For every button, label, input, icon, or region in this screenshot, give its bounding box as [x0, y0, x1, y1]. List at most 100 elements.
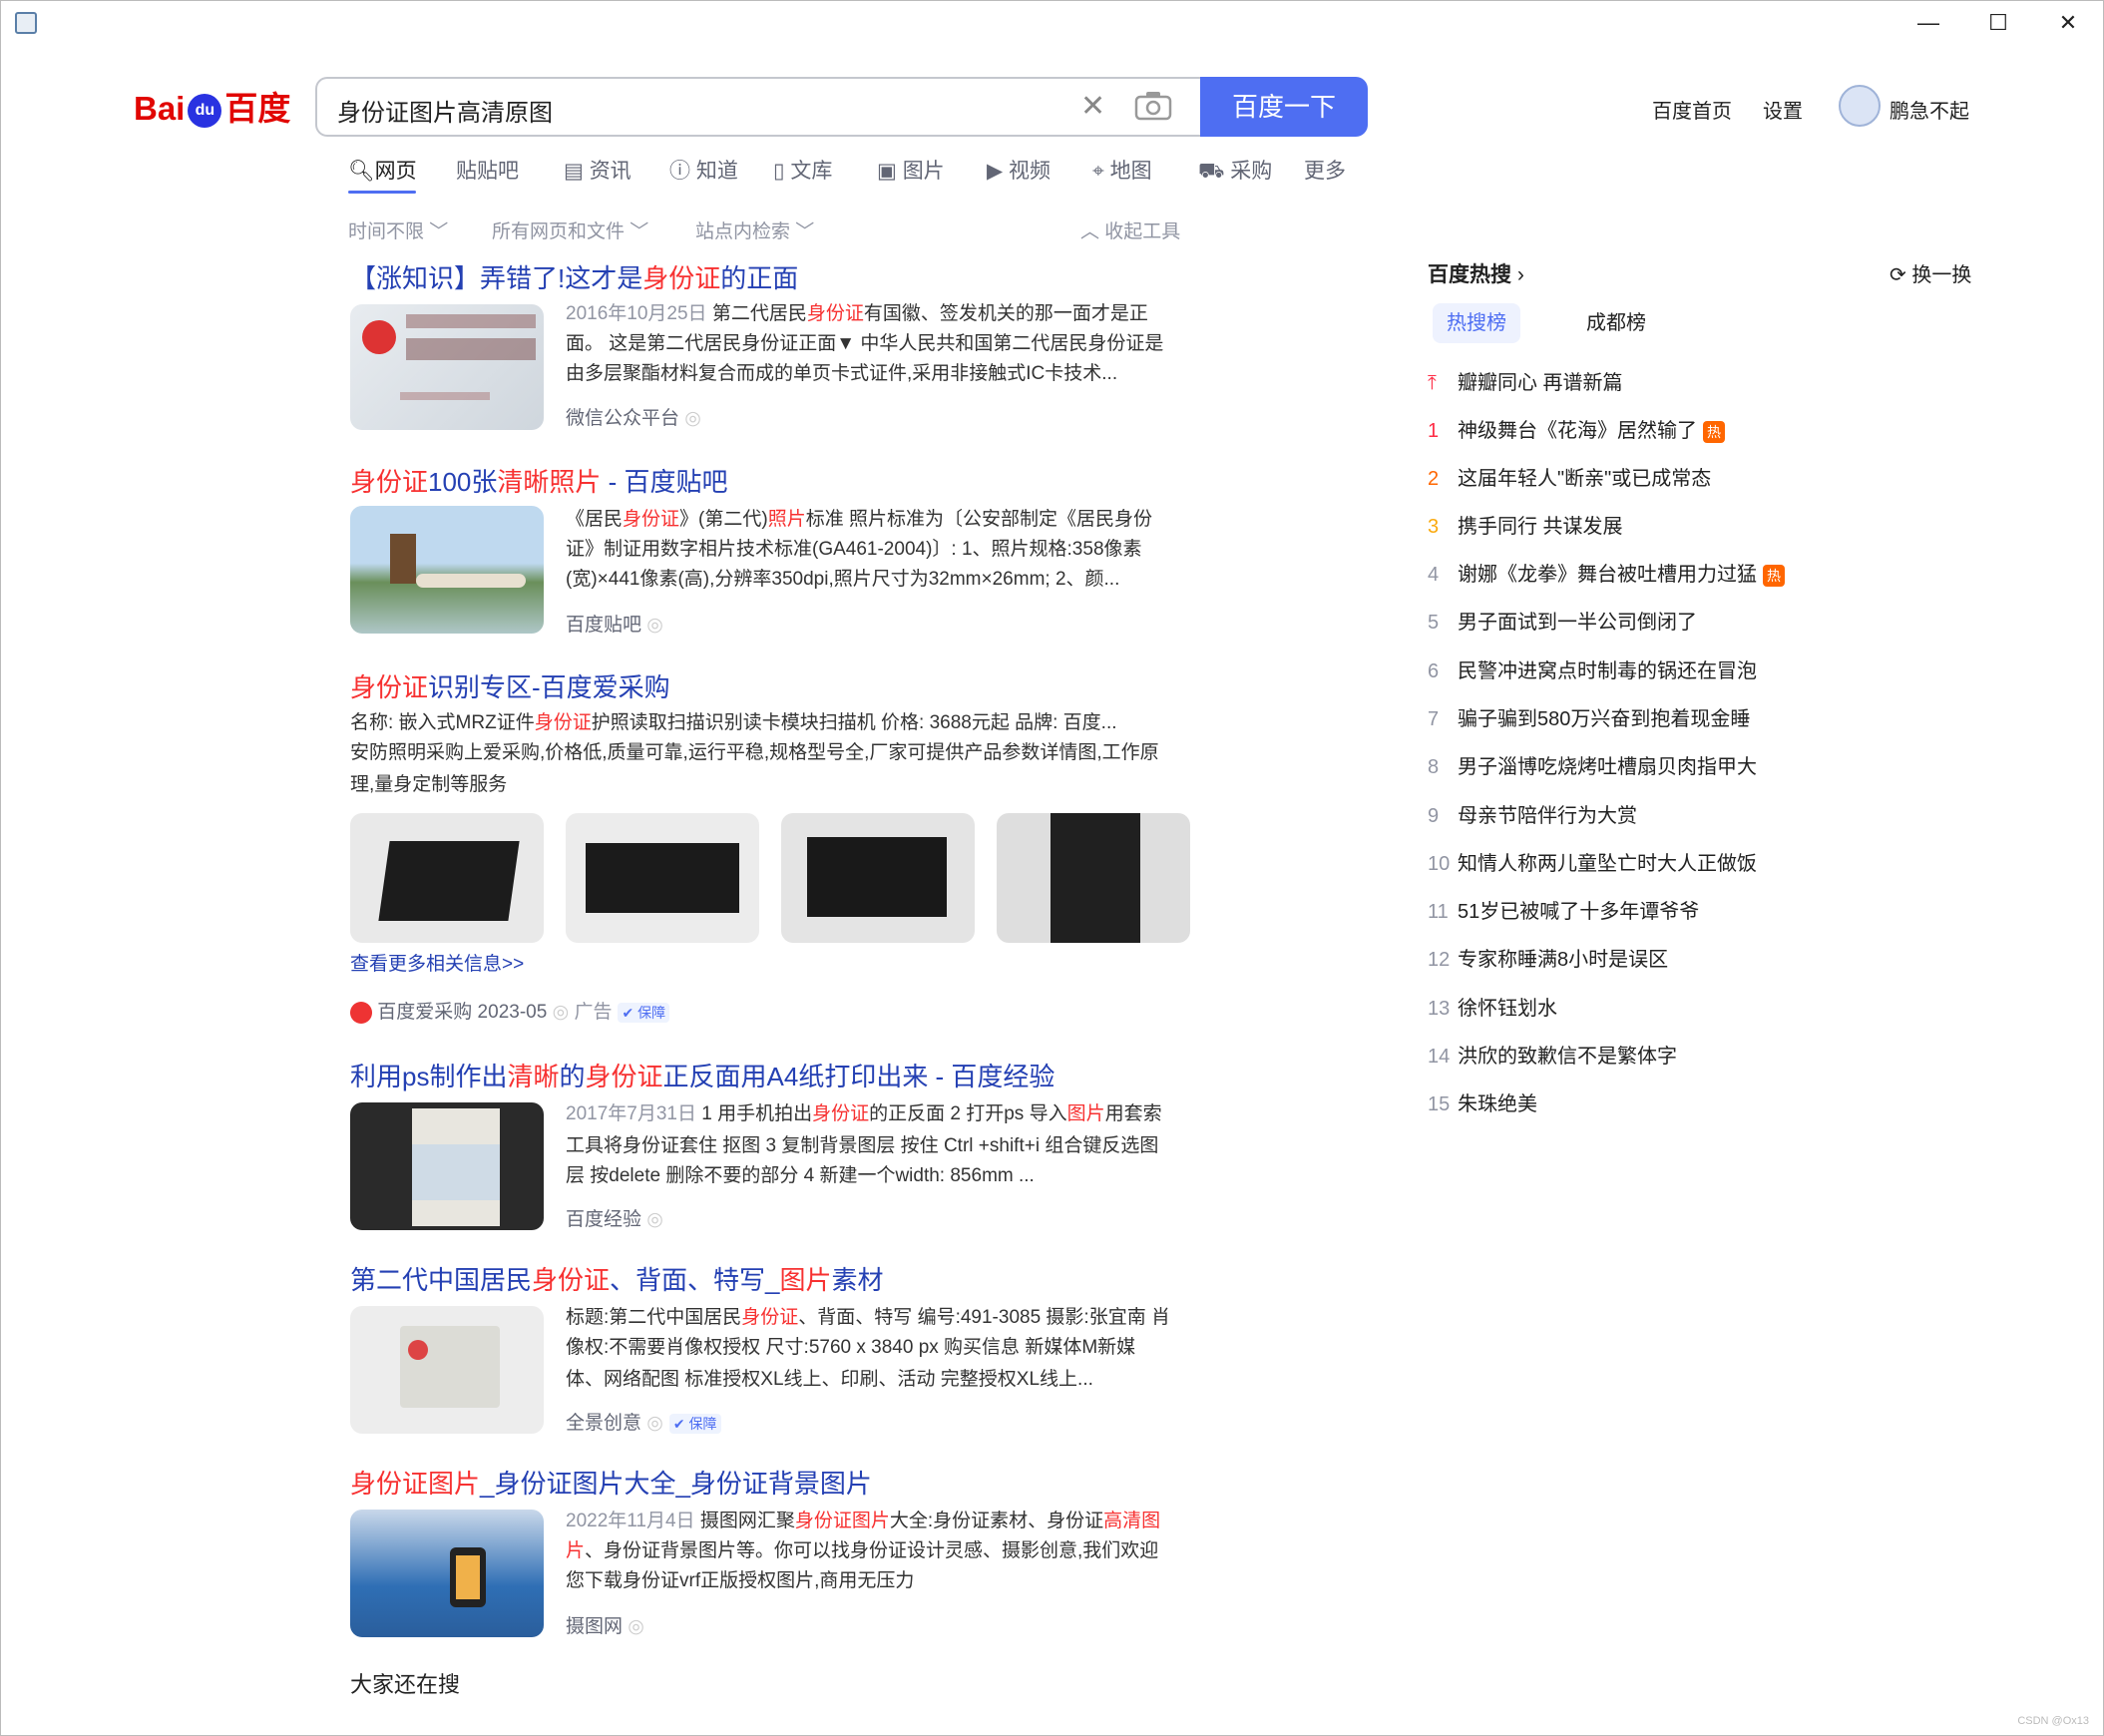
result-1-line-2: 面。 这是第二代居民身份证正面▼ 中华人民共和国第二代居民身份证是 [566, 333, 1164, 354]
tab-news[interactable]: ▤ 资讯 [564, 155, 631, 185]
chevron-right-icon: › [1516, 263, 1524, 286]
hotsearch-item-3[interactable]: 3 携手同行 共谋发展 [1428, 510, 1623, 539]
close-button[interactable]: ✕ [2040, 7, 2096, 39]
ps-screenshot-thumbnail[interactable] [350, 1102, 544, 1230]
result-4-line-2: 工具将身份证套住 抠图 3 复制背景图层 按住 Ctrl +shift+i 组合… [566, 1135, 1159, 1156]
map-icon: ⌖ [1092, 160, 1110, 183]
site-filter[interactable]: 站点内检索 ﹀ [695, 217, 814, 243]
dropdown-icon[interactable]: ◎ [646, 1413, 663, 1434]
result-1-source[interactable]: 微信公众平台 ◎ [566, 403, 701, 430]
hotsearch-item-9[interactable]: 9 母亲节陪伴行为大赏 [1428, 799, 1637, 828]
maximize-button[interactable]: ☐ [1970, 7, 2026, 39]
hotsearch-item-13[interactable]: 13 徐怀钰划水 [1428, 992, 1557, 1021]
active-tab-indicator [348, 191, 416, 194]
result-title-1[interactable]: 【涨知识】弄错了!这才是身份证的正面 [350, 258, 798, 295]
result-5-line-2: 像权:不需要肖像权授权 尺寸:5760 x 3840 px 购买信息 新媒体M新… [566, 1337, 1136, 1358]
change-batch-button[interactable]: ⟳ 换一换 [1890, 258, 1971, 287]
result-4-source[interactable]: 百度经验 ◎ [566, 1204, 663, 1231]
result-title-5[interactable]: 第二代中国居民身份证、背面、特写_图片素材 [350, 1260, 884, 1297]
product-image-4[interactable] [997, 813, 1190, 943]
hotsearch-item-1[interactable]: 1 神级舞台《花海》居然输了热 [1428, 414, 1725, 443]
hotsearch-item-5[interactable]: 5 男子面试到一半公司倒闭了 [1428, 606, 1697, 635]
hotsearch-item-6[interactable]: 6 民警冲进窝点时制毒的锅还在冒泡 [1428, 654, 1757, 683]
question-icon: ⓘ [669, 160, 696, 183]
search-input[interactable]: 身份证图片高清原图 [337, 93, 553, 128]
hotsearch-item-12[interactable]: 12 专家称睡满8小时是误区 [1428, 943, 1668, 972]
tab-purchase[interactable]: ⛟ 采购 [1198, 155, 1272, 186]
guarantee-badge: ✔ 保障 [668, 1414, 721, 1434]
title-bar: — ☐ ✕ [1, 1, 2103, 45]
guarantee-badge: ✔ 保障 [618, 1003, 670, 1023]
dropdown-icon[interactable]: ◎ [628, 1616, 644, 1637]
chevron-down-icon: ﹀ [795, 221, 815, 242]
tab-chengdu-list[interactable]: 成都榜 [1572, 303, 1660, 343]
dropdown-icon[interactable]: ◎ [646, 1209, 663, 1230]
collapse-tools[interactable]: ︿ 收起工具 [1080, 217, 1180, 243]
watermark: CSDN @Ox13 [2017, 1715, 2089, 1727]
hotsearch-item-4[interactable]: 4 谢娜《龙拳》舞台被吐槽用力过猛热 [1428, 558, 1785, 587]
pavilion-thumbnail[interactable] [350, 506, 544, 634]
time-filter[interactable]: 时间不限 ﹀ [348, 217, 448, 243]
logo-paw-icon: du [188, 94, 222, 129]
stadium-thumbnail[interactable] [350, 1510, 544, 1637]
result-5-line-1: 标题:第二代中国居民身份证、背面、特写 编号:491-3085 摄影:张宜南 肖 [566, 1307, 1170, 1328]
tab-image[interactable]: ▣ 图片 [877, 155, 945, 185]
id-card-back-thumbnail[interactable] [350, 1306, 544, 1434]
result-5-source[interactable]: 全景创意 ◎ ✔ 保障 [566, 1408, 721, 1435]
result-1-line-3: 由多层聚酯材料复合而成的单页卡式证件,采用非接触式IC卡技术... [566, 363, 1118, 384]
camera-icon[interactable] [1133, 89, 1173, 123]
result-4-line-1: 2017年7月31日 1 用手机拍出身份证的正反面 2 打开ps 导入图片用套索 [566, 1103, 1162, 1124]
hotsearch-item-2[interactable]: 2 这届年轻人"断亲"或已成常态 [1428, 462, 1711, 491]
product-image-2[interactable] [566, 813, 759, 943]
browser-window: — ☐ ✕ Bai du 百度 身份证图片高清原图 ✕ 百度一下 百度首页 设置 鹏… [0, 0, 2104, 1736]
avatar[interactable] [1839, 85, 1881, 127]
hotsearch-item-7[interactable]: 7 骗子骗到580万兴奋到抱着现金睡 [1428, 702, 1750, 731]
result-title-3[interactable]: 身份证识别专区-百度爱采购 [350, 667, 670, 704]
result-1-line-1: 2016年10月25日 第二代居民身份证有国徽、签发机关的那一面才是正 [566, 303, 1148, 324]
search-box[interactable]: 身份证图片高清原图 ✕ [315, 77, 1201, 137]
result-3-line-1: 名称: 嵌入式MRZ证件身份证护照读取扫描识别读卡模块扫描机 价格: 3688元… [350, 712, 1117, 733]
emblem-icon [362, 320, 396, 354]
tab-web[interactable]: 🔍︎网页 [348, 155, 417, 185]
tab-hot-list[interactable]: 热搜榜 [1433, 303, 1520, 343]
hotsearch-item-15[interactable]: 15 朱珠绝美 [1428, 1087, 1537, 1116]
result-2-line-1: 《居民身份证》(第二代)照片标准 照片标准为〔公安部制定《居民身份 [566, 509, 1152, 530]
scope-filter[interactable]: 所有网页和文件 ﹀ [492, 217, 648, 243]
emblem-icon [408, 1340, 428, 1360]
hotsearch-item-10[interactable]: 10 知情人称两儿童坠亡时大人正做饭 [1428, 847, 1757, 876]
result-title-6[interactable]: 身份证图片_身份证图片大全_身份证背景图片 [350, 1464, 872, 1501]
result-2-source[interactable]: 百度贴吧 ◎ [566, 610, 663, 637]
hotsearch-item-11[interactable]: 11 51岁已被喊了十多年谭爷爷 [1428, 895, 1699, 924]
username-link[interactable]: 鹏急不起 [1890, 95, 1969, 124]
tab-wenku[interactable]: ▯ 文库 [773, 155, 832, 185]
baidu-logo[interactable]: Bai du 百度 [134, 83, 297, 135]
settings-link[interactable]: 设置 [1763, 95, 1803, 124]
java-app-icon [15, 12, 37, 34]
id-card-thumbnail[interactable] [350, 304, 544, 430]
result-title-4[interactable]: 利用ps制作出清晰的身份证正反面用A4纸打印出来 - 百度经验 [350, 1057, 1054, 1093]
hotsearch-pinned[interactable]: ⤒ 瓣瓣同心 再谱新篇 [1428, 366, 1623, 395]
search-button[interactable]: 百度一下 [1200, 77, 1368, 137]
tab-map[interactable]: ⌖ 地图 [1092, 155, 1152, 185]
minimize-button[interactable]: — [1900, 7, 1956, 39]
tab-zhidao[interactable]: ⓘ 知道 [669, 155, 738, 185]
tab-video[interactable]: ▶ 视频 [987, 155, 1051, 185]
hotsearch-title[interactable]: 百度热搜 › [1428, 258, 1524, 288]
result-title-2[interactable]: 身份证100张清晰照片 - 百度贴吧 [350, 462, 728, 499]
dropdown-icon[interactable]: ◎ [646, 615, 663, 636]
result-3-source[interactable]: 百度爱采购 2023-05 ◎ 广告 ✔ 保障 [350, 997, 670, 1024]
tab-tieba[interactable]: 贴贴吧 [456, 155, 519, 185]
more-info-link[interactable]: 查看更多相关信息>> [350, 951, 524, 979]
result-2-line-3: (宽)×441像素(高),分辨率350dpi,照片尺寸为32mm×26mm; 2… [566, 569, 1120, 590]
product-image-3[interactable] [781, 813, 975, 943]
result-6-source[interactable]: 摄图网 ◎ [566, 1611, 644, 1638]
result-6-line-2: 片、身份证背景图片等。你可以找身份证设计灵感、摄影创意,我们欢迎 [566, 1540, 1159, 1561]
tab-more[interactable]: 更多 [1304, 155, 1346, 185]
clear-icon[interactable]: ✕ [1080, 89, 1105, 124]
product-image-1[interactable] [350, 813, 544, 943]
baidu-home-link[interactable]: 百度首页 [1652, 95, 1732, 124]
dropdown-icon[interactable]: ◎ [684, 408, 701, 429]
hotsearch-item-8[interactable]: 8 男子淄博吃烧烤吐槽扇贝肉指甲大 [1428, 750, 1757, 779]
dropdown-icon[interactable]: ◎ [553, 1002, 570, 1023]
hotsearch-item-14[interactable]: 14 洪欣的致歉信不是繁体字 [1428, 1040, 1677, 1069]
